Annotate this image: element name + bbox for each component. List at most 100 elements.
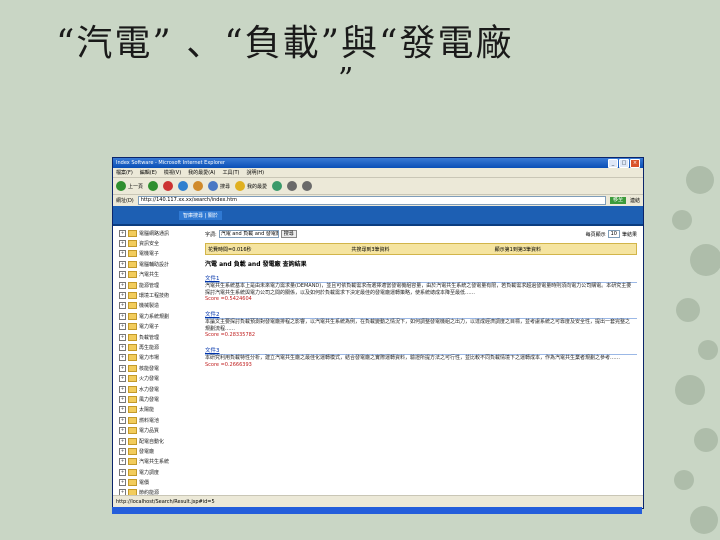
expand-icon[interactable]: + xyxy=(119,416,126,424)
elapsed-time: 花費時間=0.016秒 xyxy=(208,246,252,253)
tree-item-label: 資訊安全 xyxy=(139,241,160,248)
address-input[interactable]: http://140.117.xx.xx/search/index.htm xyxy=(137,196,606,205)
print-icon xyxy=(302,181,313,191)
home-button[interactable] xyxy=(193,181,204,191)
tree-item[interactable]: + 電力系統規劃 xyxy=(119,311,203,321)
menu-tools[interactable]: 工具(T) xyxy=(223,169,240,176)
tree-item[interactable]: + 風力發電 xyxy=(119,394,203,404)
tree-item[interactable]: + 燃料電池 xyxy=(119,415,203,425)
search-button[interactable]: 搜尋 xyxy=(280,230,297,238)
maximize-button[interactable]: □ xyxy=(619,158,629,168)
result-link[interactable]: 文件2 xyxy=(205,310,637,320)
tree-item[interactable]: + 再生能源 xyxy=(119,342,203,352)
tree-item[interactable]: + 發電廠 xyxy=(119,446,203,456)
folder-icon xyxy=(128,281,137,289)
tree-item[interactable]: + 太陽能 xyxy=(119,405,203,415)
expand-icon[interactable]: + xyxy=(119,375,126,383)
media-button[interactable] xyxy=(272,181,283,191)
menu-edit[interactable]: 編輯(E) xyxy=(140,169,157,176)
expand-icon[interactable]: + xyxy=(119,468,126,476)
menu-view[interactable]: 檢視(V) xyxy=(164,169,181,176)
expand-icon[interactable]: + xyxy=(119,343,126,351)
refresh-icon xyxy=(178,181,189,191)
tree-item-label: 電機電子 xyxy=(139,251,160,258)
links-label[interactable]: 連結 xyxy=(630,197,640,204)
favorites-button[interactable]: 我的最愛 xyxy=(235,181,267,191)
minimize-button[interactable]: _ xyxy=(608,158,618,168)
expand-icon[interactable]: + xyxy=(119,354,126,362)
refresh-button[interactable] xyxy=(178,181,189,191)
close-button[interactable]: × xyxy=(630,158,640,168)
tree-item[interactable]: + 汽電共生系統 xyxy=(119,457,203,467)
back-arrow-button[interactable]: 上一頁 xyxy=(116,181,143,191)
home-icon xyxy=(193,181,204,191)
expand-icon[interactable]: + xyxy=(119,385,126,393)
tree-item[interactable]: + 負載管理 xyxy=(119,332,203,342)
expand-icon[interactable]: + xyxy=(119,302,126,310)
expand-icon[interactable]: + xyxy=(119,312,126,320)
menu-help[interactable]: 說明(H) xyxy=(246,169,264,176)
expand-icon[interactable]: + xyxy=(119,427,126,435)
go-button[interactable]: 移至 xyxy=(609,197,626,204)
forward-arrow-button[interactable] xyxy=(148,181,159,191)
expand-icon[interactable]: + xyxy=(119,281,126,289)
expand-icon[interactable]: + xyxy=(119,240,126,248)
result-link[interactable]: 文件1 xyxy=(205,274,637,283)
banner-link[interactable]: 智庫搜尋 | 關於 xyxy=(179,210,222,220)
tree-item[interactable]: + 電機電子 xyxy=(119,249,203,259)
expand-icon[interactable]: + xyxy=(119,479,126,487)
print-button[interactable] xyxy=(302,181,313,191)
expand-icon[interactable]: + xyxy=(119,333,126,341)
folder-icon xyxy=(128,229,137,237)
folder-icon xyxy=(128,395,137,403)
tree-item[interactable]: + 電力電子 xyxy=(119,322,203,332)
tree-item-label: 再生能源 xyxy=(139,344,160,351)
search-stats: 花費時間=0.016秒 共搜尋到3筆資料 顯示第1到第3筆資料 xyxy=(205,243,637,255)
tree-item[interactable]: + 火力發電 xyxy=(119,373,203,383)
tree-item[interactable]: + 能源管理 xyxy=(119,280,203,290)
tree-item-label: 電力系統規劃 xyxy=(139,313,170,320)
folder-icon xyxy=(128,468,137,476)
expand-icon[interactable]: + xyxy=(119,364,126,372)
tree-item[interactable]: + 核能發電 xyxy=(119,363,203,373)
taskbar xyxy=(112,507,642,514)
folder-icon xyxy=(128,406,137,414)
tree-item[interactable]: + 電力市場 xyxy=(119,353,203,363)
tree-item[interactable]: + 電力品質 xyxy=(119,425,203,435)
expand-icon[interactable]: + xyxy=(119,260,126,268)
folder-icon xyxy=(128,292,137,300)
tree-item[interactable]: + 電腦網路通訊 xyxy=(119,228,203,238)
tree-item[interactable]: + 電價 xyxy=(119,477,203,487)
menu-favorites[interactable]: 我的最愛(A) xyxy=(188,169,215,176)
expand-icon[interactable]: + xyxy=(119,250,126,258)
expand-icon[interactable]: + xyxy=(119,323,126,331)
expand-icon[interactable]: + xyxy=(119,292,126,300)
result-score: Score =0.28335782 xyxy=(205,332,256,339)
tree-item[interactable]: + 機械製造 xyxy=(119,301,203,311)
expand-icon[interactable]: + xyxy=(119,271,126,279)
expand-icon[interactable]: + xyxy=(119,458,126,466)
expand-icon[interactable]: + xyxy=(119,406,126,414)
tree-item[interactable]: + 資訊安全 xyxy=(119,238,203,248)
tree-item[interactable]: + 汽電共生 xyxy=(119,270,203,280)
tree-item-label: 太陽能 xyxy=(139,407,155,414)
menu-file[interactable]: 檔案(F) xyxy=(116,169,133,176)
search-row: 字詞: 汽電 and 負載 and 發電廠 搜尋 每頁顯示 10 筆結果 xyxy=(205,228,637,240)
tree-item[interactable]: + 環境工程技術 xyxy=(119,290,203,300)
display-range: 顯示第1到第3筆資料 xyxy=(494,246,542,253)
expand-icon[interactable]: + xyxy=(119,229,126,237)
expand-icon[interactable]: + xyxy=(119,447,126,455)
tree-item[interactable]: + 電力調度 xyxy=(119,467,203,477)
mail-button[interactable] xyxy=(287,181,298,191)
tree-item[interactable]: + 水力發電 xyxy=(119,384,203,394)
tree-item[interactable]: + 配電自動化 xyxy=(119,436,203,446)
tree-item[interactable]: + 電腦輔助設計 xyxy=(119,259,203,269)
expand-icon[interactable]: + xyxy=(119,437,126,445)
folder-icon xyxy=(128,447,137,455)
search-input[interactable]: 汽電 and 負載 and 發電廠 xyxy=(218,230,279,238)
toolbar-label: 我的最愛 xyxy=(247,183,268,190)
per-page-select[interactable]: 10 xyxy=(607,230,620,238)
stop-button[interactable] xyxy=(163,181,174,191)
expand-icon[interactable]: + xyxy=(119,395,126,403)
search-button[interactable]: 搜尋 xyxy=(208,181,230,191)
